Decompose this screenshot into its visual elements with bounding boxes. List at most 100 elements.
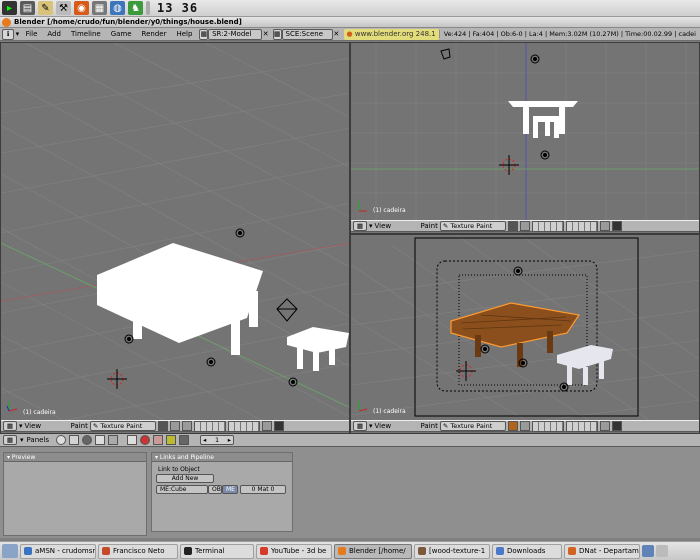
layer-buttons-2[interactable] [227, 420, 260, 432]
preview-panel-header[interactable]: ▾ Preview [4, 453, 146, 462]
pivot-icon[interactable] [169, 421, 180, 431]
script-context-icon[interactable] [69, 435, 80, 445]
close-screen-icon[interactable]: ✕ [262, 30, 269, 39]
logic-context-icon[interactable] [56, 435, 67, 445]
task-label: Francisco Neto [113, 547, 165, 555]
world-context-icon[interactable] [166, 435, 177, 445]
editor-type-icon[interactable]: ▦ [353, 221, 367, 231]
links-panel-header[interactable]: ▾ Links and Pipeline [152, 453, 292, 462]
3d-viewport-top-right[interactable]: (1) cadeira ▦ ▾ View Paint ✎ Texture Pai… [350, 42, 700, 234]
menu-render[interactable]: Render [137, 30, 172, 38]
firefox-launcher-icon[interactable]: ◉ [74, 1, 89, 15]
3d-viewport-left[interactable]: (1) cadeira ▦ ▾ View Paint ✎ Texture Pai… [0, 42, 350, 434]
texture-context-icon[interactable] [153, 435, 164, 445]
add-new-button[interactable]: Add New [156, 474, 214, 483]
taskbar-item-youtube[interactable]: YouTube - 3d be [256, 543, 332, 559]
taskbar-item-blender[interactable]: Blender [/home/ [334, 543, 412, 559]
layer-buttons-2[interactable] [565, 220, 598, 232]
screen: ▸ ▤ ✎ ⚒ ◉ ▦ ◍ ♞ 13 36 Blender [/home/cru… [0, 0, 700, 560]
active-object-label: (1) cadeira [373, 408, 406, 415]
render-preview-icon[interactable] [273, 421, 284, 431]
taskbar-item-downloads[interactable]: Downloads [492, 543, 562, 559]
task-label: Terminal [195, 547, 225, 555]
window-type-icon[interactable]: ℹ [2, 28, 15, 40]
draw-type-icon[interactable] [157, 421, 168, 431]
scene-browse-icon[interactable]: ▦ [272, 28, 282, 40]
3d-viewport-camera[interactable]: (1) cadeira ▦ ▾ View Paint ✎ Texture Pai… [350, 234, 700, 434]
scene-context-icon[interactable] [127, 435, 138, 445]
menu-help[interactable]: Help [171, 30, 197, 38]
taskbar-item-wood-texture[interactable]: [wood-texture-1 [414, 543, 490, 559]
me-button[interactable]: ME [222, 485, 238, 494]
calculator-launcher-icon[interactable]: ▦ [92, 1, 107, 15]
menu-file[interactable]: File [21, 30, 43, 38]
frame-increment-icon[interactable]: ▸ [228, 436, 231, 444]
menu-add[interactable]: Add [42, 30, 66, 38]
editor-launcher-icon[interactable]: ✎ [38, 1, 53, 15]
layer-buttons-2[interactable] [565, 420, 598, 432]
taskbar-item-chat[interactable]: Francisco Neto [98, 543, 178, 559]
buttons-window: ▦ ▾ Panels ◂ 1 ▸ ▾ Preview ▾ Links and Pip… [0, 434, 700, 538]
mode-select[interactable]: ✎ Texture Paint [89, 421, 156, 431]
close-scene-icon[interactable]: ✕ [333, 30, 340, 39]
render-preview-icon[interactable] [611, 421, 622, 431]
globe-launcher-icon[interactable]: ◍ [110, 1, 125, 15]
layer-buttons[interactable] [531, 420, 564, 432]
collapse-icon[interactable]: ▾ [369, 422, 373, 430]
clock: 13 36 [157, 1, 199, 15]
frame-decrement-icon[interactable]: ◂ [203, 436, 206, 444]
terminal-launcher-icon[interactable]: ▸ [2, 1, 17, 15]
editing-context-icon[interactable] [108, 435, 119, 445]
material-index-field[interactable]: 0 Mat 0 [240, 485, 286, 494]
taskbar-item-amsn[interactable]: aMSN - crudomsn [20, 543, 96, 559]
ob-button[interactable]: OB [208, 485, 222, 494]
mode-select[interactable]: ✎ Texture Paint [439, 421, 506, 431]
panels-menu[interactable]: Panels [27, 436, 50, 444]
mesh-name-field[interactable]: ME:Cube [156, 485, 208, 494]
files-launcher-icon[interactable]: ▤ [20, 1, 35, 15]
frame-field[interactable]: ◂ 1 ▸ [200, 435, 235, 445]
editor-type-icon[interactable]: ▦ [353, 421, 367, 431]
screen-name-field[interactable]: SR:2-Model [208, 28, 263, 40]
manipulator-icon[interactable] [181, 421, 192, 431]
lock-icon[interactable] [599, 421, 610, 431]
mode-select[interactable]: ✎ Texture Paint [439, 221, 506, 231]
mode-select-label: Texture Paint [450, 222, 493, 230]
draw-type-icon[interactable] [507, 421, 518, 431]
collapse-icon[interactable]: ▾ [20, 436, 24, 444]
taskbar-item-terminal[interactable]: Terminal [180, 543, 254, 559]
game-launcher-icon[interactable]: ♞ [128, 1, 143, 15]
collapse-icon[interactable]: ▾ [369, 222, 373, 230]
window-titlebar[interactable]: Blender [/home/crudo/fun/blender/y0/thin… [0, 17, 700, 28]
view-menu[interactable]: View [375, 222, 419, 230]
editor-type-icon[interactable]: ▦ [3, 421, 17, 431]
view-menu[interactable]: View [25, 422, 69, 430]
radiosity-context-icon[interactable] [179, 435, 190, 445]
view-menu[interactable]: View [375, 422, 419, 430]
menu-game[interactable]: Game [106, 30, 137, 38]
menu-timeline[interactable]: Timeline [66, 30, 106, 38]
workspace-switcher-2-icon[interactable] [656, 545, 668, 557]
blender-logo-icon [2, 17, 11, 27]
show-desktop-icon[interactable] [2, 544, 18, 558]
scene-name-field[interactable]: SCE:Scene [281, 28, 333, 40]
layer-buttons[interactable] [531, 220, 564, 232]
add-new-label: Add New [171, 475, 199, 482]
workspace-switcher-icon[interactable] [642, 545, 654, 557]
object-context-icon[interactable] [95, 435, 106, 445]
render-preview-icon[interactable] [611, 221, 622, 231]
lock-icon[interactable] [261, 421, 272, 431]
task-label: [wood-texture-1 [429, 547, 486, 555]
pivot-icon[interactable] [519, 421, 530, 431]
material-context-icon[interactable] [140, 435, 151, 445]
screen-browse-icon[interactable]: ▦ [199, 28, 209, 40]
collapse-icon[interactable]: ▾ [19, 422, 23, 430]
taskbar-item-dnat[interactable]: DNat - Departam [564, 543, 640, 559]
draw-type-icon[interactable] [507, 221, 518, 231]
shading-context-icon[interactable] [82, 435, 93, 445]
lock-icon[interactable] [599, 221, 610, 231]
tools-launcher-icon[interactable]: ⚒ [56, 1, 71, 15]
editor-type-icon[interactable]: ▦ [3, 435, 17, 445]
pivot-icon[interactable] [519, 221, 530, 231]
layer-buttons[interactable] [193, 420, 226, 432]
